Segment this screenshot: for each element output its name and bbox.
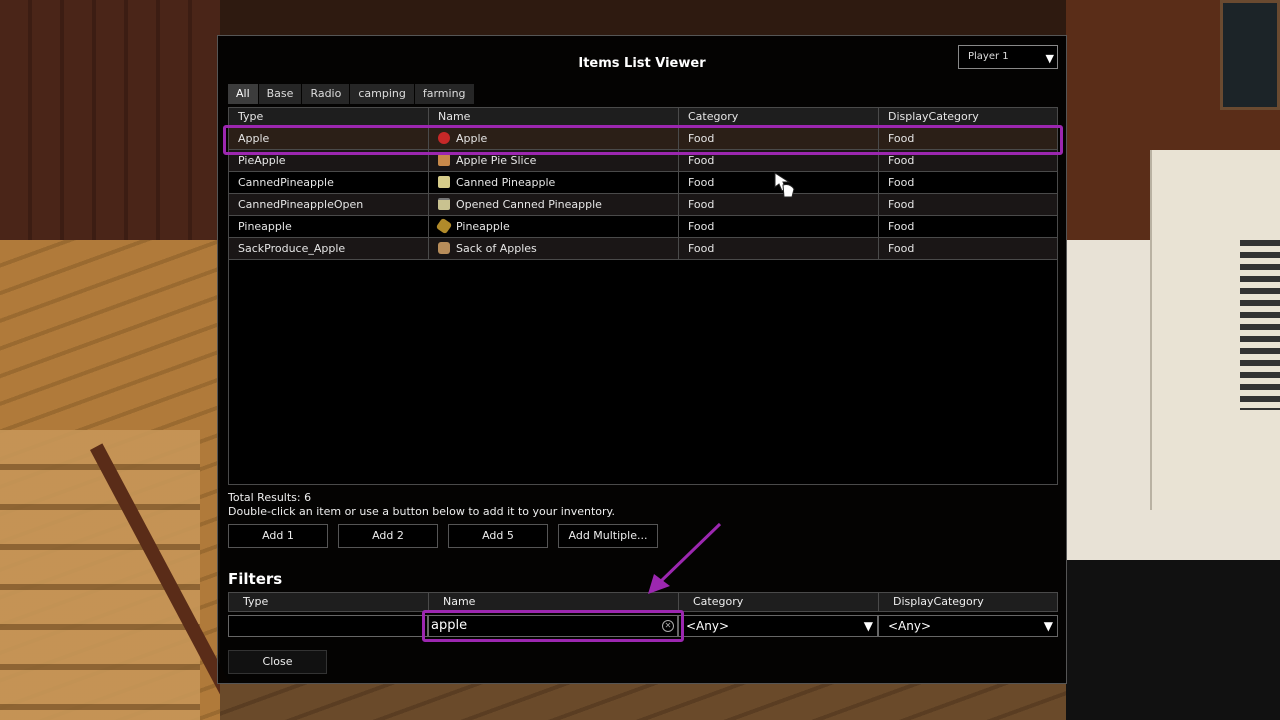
cell-category: Food bbox=[679, 150, 879, 172]
chevron-down-icon: ▼ bbox=[1045, 52, 1054, 65]
add-multiple-button[interactable]: Add Multiple... bbox=[558, 524, 658, 548]
cell-name: Sack of Apples bbox=[429, 238, 679, 260]
tab-all[interactable]: All bbox=[228, 84, 258, 104]
cell-name: Canned Pineapple bbox=[429, 172, 679, 194]
cell-name-text: Sack of Apples bbox=[456, 242, 537, 255]
cell-category: Food bbox=[679, 238, 879, 260]
category-filter-value: <Any> bbox=[686, 619, 730, 633]
filter-header-display-category: DisplayCategory bbox=[893, 595, 984, 608]
cell-display-category: Food bbox=[879, 216, 1057, 238]
tab-camping[interactable]: camping bbox=[350, 84, 414, 104]
cell-name: Opened Canned Pineapple bbox=[429, 194, 679, 216]
filters-header: Type Name Category DisplayCategory bbox=[228, 592, 1058, 612]
filter-header-name: Name bbox=[429, 593, 679, 611]
cell-name: Apple bbox=[429, 128, 679, 150]
name-filter-value: apple bbox=[431, 618, 468, 633]
add-5-button[interactable]: Add 5 bbox=[448, 524, 548, 548]
cell-display-category: Food bbox=[879, 194, 1057, 216]
type-filter-input[interactable] bbox=[228, 615, 428, 637]
panel-title: Items List Viewer bbox=[578, 56, 706, 71]
cell-type: CannedPineapple bbox=[229, 172, 429, 194]
table-row[interactable]: PieApple Apple Pie Slice Food Food bbox=[229, 150, 1057, 172]
can-icon bbox=[438, 176, 450, 188]
total-results: Total Results: 6 bbox=[228, 491, 312, 504]
table-row[interactable]: Apple Apple Food Food bbox=[229, 128, 1057, 150]
cell-name-text: Canned Pineapple bbox=[456, 176, 556, 189]
cell-name-text: Pineapple bbox=[456, 220, 510, 233]
cell-name-text: Apple bbox=[456, 132, 488, 145]
player-dropdown-value: Player 1 bbox=[968, 51, 1009, 62]
add-2-button[interactable]: Add 2 bbox=[338, 524, 438, 548]
display-category-filter-value: <Any> bbox=[888, 619, 932, 633]
table-row[interactable]: SackProduce_Apple Sack of Apples Food Fo… bbox=[229, 238, 1057, 260]
instructions-text: Double-click an item or use a button bel… bbox=[228, 505, 615, 518]
cell-display-category: Food bbox=[879, 128, 1057, 150]
window bbox=[1220, 0, 1280, 110]
cell-type: CannedPineappleOpen bbox=[229, 194, 429, 216]
player-dropdown[interactable]: Player 1 ▼ bbox=[958, 45, 1058, 69]
cell-type: PieApple bbox=[229, 150, 429, 172]
tab-base[interactable]: Base bbox=[258, 84, 302, 104]
cell-name-text: Opened Canned Pineapple bbox=[456, 198, 602, 211]
close-button[interactable]: Close bbox=[228, 650, 327, 674]
apple-icon bbox=[438, 132, 450, 144]
filter-header-type: Type bbox=[229, 593, 429, 611]
chevron-down-icon: ▼ bbox=[1043, 619, 1053, 633]
column-header-name[interactable]: Name bbox=[429, 108, 679, 126]
wall-left bbox=[0, 0, 220, 250]
category-filter-dropdown[interactable]: <Any> ▼ bbox=[678, 615, 878, 637]
cell-category: Food bbox=[679, 216, 879, 238]
cell-name: Pineapple bbox=[429, 216, 679, 238]
tab-radio[interactable]: Radio bbox=[302, 84, 350, 104]
cell-name: Apple Pie Slice bbox=[429, 150, 679, 172]
cell-type: SackProduce_Apple bbox=[229, 238, 429, 260]
cell-display-category: Food bbox=[879, 238, 1057, 260]
floor-bottom bbox=[220, 684, 1066, 720]
category-tabs: All Base Radio camping farming bbox=[228, 84, 475, 104]
tab-farming[interactable]: farming bbox=[414, 84, 474, 104]
chevron-down-icon: ▼ bbox=[863, 619, 873, 633]
items-table: Type Name Category DisplayCategory Apple… bbox=[223, 107, 1063, 485]
cell-category: Food bbox=[679, 194, 879, 216]
column-header-category[interactable]: Category bbox=[679, 108, 879, 126]
filters-title: Filters bbox=[228, 570, 283, 588]
name-filter-input[interactable]: apple ✕ bbox=[428, 615, 678, 637]
clear-icon[interactable]: ✕ bbox=[662, 620, 674, 632]
table-header: Type Name Category DisplayCategory bbox=[229, 108, 1057, 126]
column-header-display-category[interactable]: DisplayCategory bbox=[879, 108, 1057, 126]
add-1-button[interactable]: Add 1 bbox=[228, 524, 328, 548]
wall-top bbox=[220, 0, 1070, 40]
cell-type: Apple bbox=[229, 128, 429, 150]
table-row[interactable]: Pineapple Pineapple Food Food bbox=[229, 216, 1057, 238]
cell-name-text: Apple Pie Slice bbox=[456, 154, 537, 167]
filter-header-category: Category bbox=[679, 593, 879, 611]
refrigerator-grill bbox=[1240, 240, 1280, 410]
sack-icon bbox=[438, 242, 450, 254]
cell-category: Food bbox=[679, 172, 879, 194]
cell-category: Food bbox=[679, 128, 879, 150]
cell-display-category: Food bbox=[879, 150, 1057, 172]
pineapple-icon bbox=[435, 217, 453, 235]
open-can-icon bbox=[438, 198, 450, 210]
cell-type: Pineapple bbox=[229, 216, 429, 238]
cell-display-category: Food bbox=[879, 172, 1057, 194]
column-header-type[interactable]: Type bbox=[229, 108, 429, 126]
pie-icon bbox=[438, 154, 450, 166]
items-list-viewer-panel: Items List Viewer Player 1 ▼ All Base Ra… bbox=[217, 35, 1067, 684]
table-row[interactable]: CannedPineappleOpen Opened Canned Pineap… bbox=[229, 194, 1057, 216]
table-row[interactable]: CannedPineapple Canned Pineapple Food Fo… bbox=[229, 172, 1057, 194]
display-category-filter-dropdown[interactable]: <Any> ▼ bbox=[878, 615, 1058, 637]
